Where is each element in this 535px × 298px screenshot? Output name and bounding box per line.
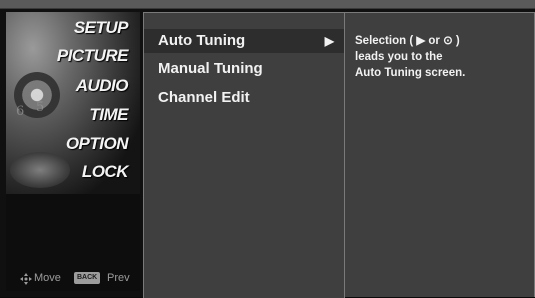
description-line: Selection ( ▶ or ⊙ ) [355,35,460,47]
arrow-right-icon: ▶ [324,34,334,48]
submenu-item-auto-tuning[interactable]: Auto Tuning ▶ [144,29,344,53]
menu-item-audio[interactable]: AUDIO [76,74,129,98]
prev-label: Prev [107,272,130,284]
top-bar [0,0,535,9]
back-button-icon: BACK [74,272,101,284]
submenu-panel: Auto Tuning ▶ Manual Tuning Channel Edit [143,12,345,298]
description-line: Auto Tuning screen. [355,67,466,79]
clock-numeral: 5 [36,100,45,115]
menu-item-option[interactable]: OPTION [66,132,129,156]
description-text: Selection ( ▶ or ⊙ ) leads you to the Au… [355,33,525,81]
menu-item-picture[interactable]: PICTURE [57,44,129,68]
description-line: leads you to the [355,51,443,63]
submenu-item-channel-edit[interactable]: Channel Edit [144,86,344,110]
help-bar: Move BACK Prev [12,270,142,290]
submenu-item-label: Channel Edit [158,89,250,106]
tv-osd-screen: 6 5 SETUP PICTURE AUDIO TIME OPTION LOCK… [0,0,535,298]
clock-icon: 6 [16,104,25,119]
submenu-item-manual-tuning[interactable]: Manual Tuning [144,57,344,81]
description-panel: Selection ( ▶ or ⊙ ) leads you to the Au… [344,12,535,297]
main-menu: 6 5 SETUP PICTURE AUDIO TIME OPTION LOCK… [6,12,140,291]
menu-item-setup[interactable]: SETUP [74,16,129,40]
move-label: Move [34,272,61,284]
submenu-item-label: Auto Tuning [158,32,246,49]
submenu-item-label: Manual Tuning [158,60,263,77]
move-icon [20,273,32,285]
menu-item-time[interactable]: TIME [89,103,128,127]
menu-item-lock[interactable]: LOCK [82,160,129,184]
option-icon [10,152,70,188]
